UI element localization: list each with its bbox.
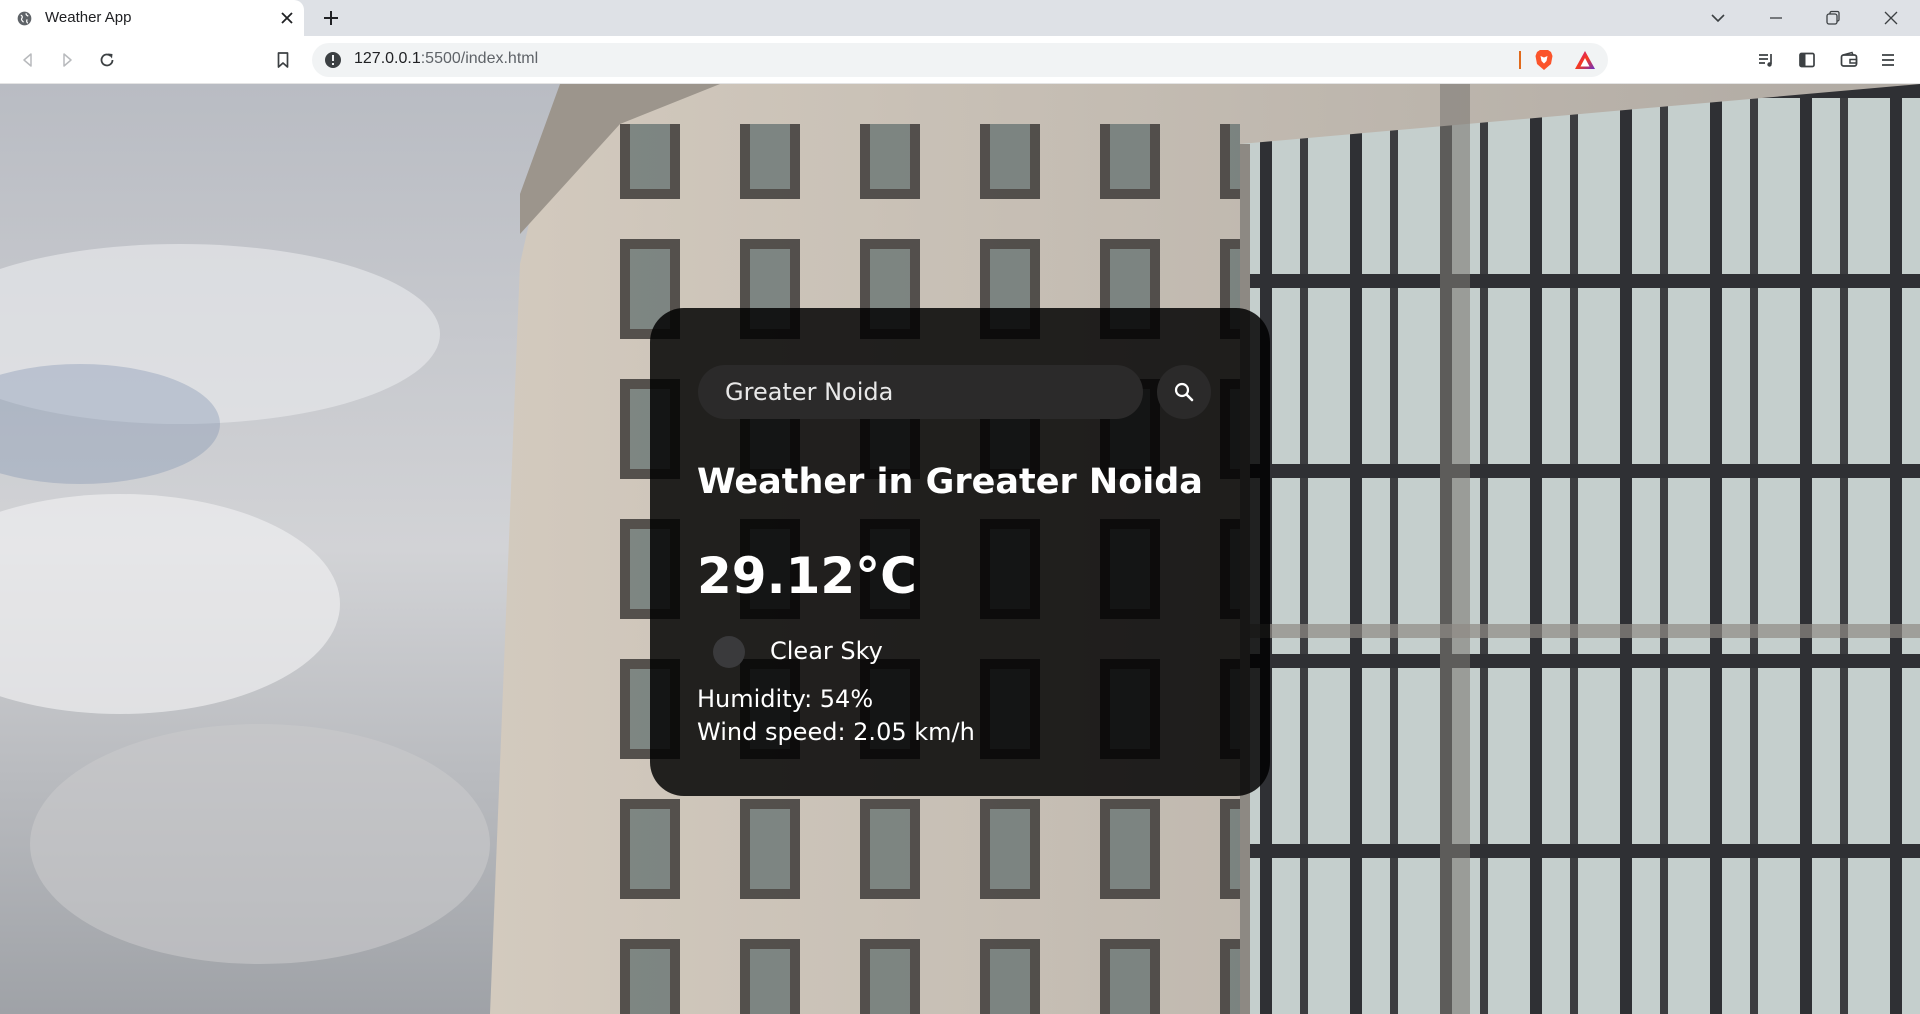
- city-search-input[interactable]: [698, 365, 1143, 419]
- minimize-icon[interactable]: [1768, 10, 1784, 26]
- close-window-icon[interactable]: [1883, 10, 1899, 26]
- close-tab-icon[interactable]: [279, 10, 295, 26]
- tab-strip: Weather App: [0, 0, 1920, 36]
- weather-card: Weather in Greater Noida 29.12°C Clear S…: [650, 308, 1270, 796]
- globe-icon: [17, 11, 32, 26]
- weather-icon: [713, 636, 745, 668]
- temperature: 29.12°C: [697, 547, 917, 605]
- url-text[interactable]: 127.0.0.1:5500/index.html: [354, 50, 538, 68]
- address-bar[interactable]: 127.0.0.1:5500/index.html: [312, 43, 1608, 77]
- back-icon[interactable]: [19, 51, 37, 69]
- url-path: :5500/index.html: [420, 50, 539, 67]
- page-viewport: Weather in Greater Noida 29.12°C Clear S…: [0, 84, 1920, 1014]
- forward-icon[interactable]: [58, 51, 76, 69]
- search-icon: [1174, 382, 1194, 402]
- tab-search-icon[interactable]: [1710, 10, 1726, 26]
- weather-description: Clear Sky: [770, 637, 883, 665]
- restore-icon[interactable]: [1825, 10, 1841, 26]
- new-tab-icon[interactable]: [322, 9, 340, 27]
- brave-shields-icon[interactable]: [1534, 49, 1554, 71]
- bookmark-icon[interactable]: [274, 51, 292, 69]
- url-host: 127.0.0.1: [354, 50, 421, 67]
- sidebar-icon[interactable]: [1798, 51, 1816, 69]
- tab-title: Weather App: [45, 9, 132, 26]
- wind-speed: Wind speed: 2.05 km/h: [697, 718, 975, 746]
- address-separator: [1519, 51, 1521, 69]
- reload-icon[interactable]: [98, 51, 116, 69]
- menu-icon[interactable]: [1879, 51, 1897, 69]
- search-row: [698, 365, 1211, 419]
- brave-rewards-icon[interactable]: [1574, 50, 1596, 70]
- humidity: Humidity: 54%: [697, 685, 874, 713]
- weather-heading: Weather in Greater Noida: [697, 462, 1203, 502]
- wallet-icon[interactable]: [1840, 51, 1858, 69]
- tab-weather-app[interactable]: Weather App: [0, 0, 304, 36]
- search-button[interactable]: [1157, 365, 1211, 419]
- playlist-icon[interactable]: [1757, 51, 1775, 69]
- site-info-icon[interactable]: [324, 51, 342, 69]
